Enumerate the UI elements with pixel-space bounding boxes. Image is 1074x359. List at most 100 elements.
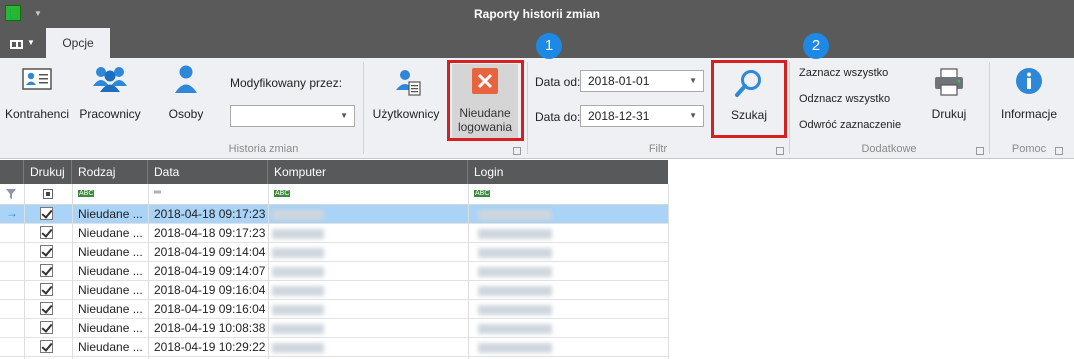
cell-komputer-redacted [272,267,324,277]
cell-data: 2018-04-19 09:16:04 [154,283,266,297]
user-list-icon [396,70,421,96]
people-group-icon [93,67,127,92]
title-bar: ▼ Raporty historii zmian [0,0,1074,28]
group-launcher-pomoc-icon[interactable] [1055,147,1063,155]
cell-login-redacted [478,267,552,277]
invert-selection-button[interactable]: Odwróć zaznaczenie [799,119,901,131]
cell-login-redacted [478,210,552,220]
group-launcher-filtr-icon[interactable] [776,147,784,155]
table-row[interactable]: Nieudane ... 2018-04-19 09:14:07 [0,262,668,281]
row-print-checkbox[interactable] [40,226,53,239]
chevron-down-icon: ▼ [689,111,697,120]
osoby-label: Osoby [168,107,204,121]
file-menu-button[interactable]: ▼ [8,36,36,54]
select-all-button[interactable]: Zaznacz wszystko [799,67,888,79]
filter-equals-data-icon[interactable]: ═ [154,187,161,198]
cell-komputer-redacted [272,210,324,220]
chevron-down-icon: ▼ [27,38,35,47]
kontrahenci-button[interactable]: Kontrahenci [2,62,72,140]
column-header-komputer[interactable]: Komputer [268,160,468,184]
osoby-button[interactable]: Osoby [156,62,216,140]
filter-text-komputer-icon[interactable]: ABC [274,190,291,197]
deselect-all-button[interactable]: Odznacz wszystko [799,93,890,105]
window-title: Raporty historii zmian [473,7,601,21]
cell-data: 2018-04-19 09:14:04 [154,245,266,259]
cell-login-redacted [478,229,552,239]
date-from-picker[interactable]: 2018-01-01 ▼ [580,70,704,92]
cell-rodzaj: Nieudane ... [78,302,143,316]
grid-column-divider [24,184,25,359]
group-launcher-dodatkowe-icon[interactable] [976,147,984,155]
cell-rodzaj: Nieudane ... [78,226,143,240]
date-from-label: Data od: [535,75,581,89]
row-indicator-header [0,160,24,184]
modified-by-dropdown[interactable]: ▼ [230,105,355,127]
filter-checkbox-drukuj[interactable] [43,189,53,199]
filter-text-rodzaj-icon[interactable]: ABC [78,190,95,197]
date-to-label: Data do: [535,110,581,124]
pracownicy-label: Pracownicy [79,107,141,121]
row-print-checkbox[interactable] [40,207,53,220]
group-separator [527,62,528,154]
table-row[interactable]: Nieudane ... 2018-04-18 09:17:23 [0,224,668,243]
highlight-nieudane [447,60,524,141]
pracownicy-button[interactable]: Pracownicy [76,62,144,140]
chevron-down-icon: ▼ [689,76,697,85]
cell-data: 2018-04-19 09:14:07 [154,264,266,278]
date-from-value: 2018-01-01 [588,74,650,88]
group-separator [363,62,364,154]
grid-column-divider [72,184,73,359]
group-separator [789,62,790,154]
drukuj-button[interactable]: Drukuj [920,62,978,140]
cell-komputer-redacted [272,229,324,239]
row-print-checkbox[interactable] [40,302,53,315]
row-print-checkbox[interactable] [40,340,53,353]
column-header-login[interactable]: Login [468,160,668,184]
contact-card-icon [22,68,52,90]
kontrahenci-label: Kontrahenci [4,107,70,121]
date-to-value: 2018-12-31 [588,109,650,123]
column-header-data[interactable]: Data [148,160,268,184]
table-row[interactable]: → Nieudane ... 2018-04-18 09:17:23 [0,205,668,224]
row-print-checkbox[interactable] [40,283,53,296]
filter-icon[interactable] [6,189,16,199]
informacje-button[interactable]: Informacje [996,62,1062,140]
table-row[interactable]: Nieudane ... 2018-04-19 09:16:04 [0,300,668,319]
uzytkownicy-button[interactable]: Użytkownicy [370,62,442,140]
printer-icon [935,68,963,96]
column-header-drukuj[interactable]: Drukuj [24,160,72,184]
uzytkownicy-label: Użytkownicy [372,107,440,121]
row-print-checkbox[interactable] [40,321,53,334]
column-header-rodzaj[interactable]: Rodzaj [72,160,148,184]
person-icon [175,65,197,93]
cell-komputer-redacted [272,343,324,353]
row-print-checkbox[interactable] [40,245,53,258]
current-row-arrow-icon: → [6,206,18,220]
cell-login-redacted [478,286,552,296]
cell-komputer-redacted [272,324,324,334]
group-label-dodatkowe: Dodatkowe [861,143,917,155]
drukuj-label: Drukuj [931,107,967,121]
table-row[interactable]: Nieudane ... 2018-04-19 09:14:04 [0,243,668,262]
grid-column-divider [148,184,149,359]
cell-login-redacted [478,343,552,353]
filter-text-login-icon[interactable]: ABC [474,190,491,197]
chevron-down-icon: ▼ [340,111,348,120]
date-to-picker[interactable]: 2018-12-31 ▼ [580,105,704,127]
group-launcher-historia-icon[interactable] [513,147,521,155]
cell-login-redacted [478,248,552,258]
cell-rodzaj: Nieudane ... [78,264,143,278]
tab-opcje[interactable]: Opcje [46,28,110,58]
row-print-checkbox[interactable] [40,264,53,277]
book-icon [10,40,23,49]
grid-filter-row [0,184,668,205]
cell-rodzaj: Nieudane ... [78,340,143,354]
grid-column-divider [468,184,469,359]
group-label-filtr: Filtr [648,143,668,155]
cell-rodzaj: Nieudane ... [78,207,143,221]
cell-data: 2018-04-18 09:17:23 [154,226,266,240]
table-row[interactable]: Nieudane ... 2018-04-19 10:29:22 [0,338,668,357]
table-row[interactable]: Nieudane ... 2018-04-19 10:08:38 [0,319,668,338]
modified-by-label: Modyfikowany przez: [230,76,343,90]
table-row[interactable]: Nieudane ... 2018-04-19 09:16:04 [0,281,668,300]
